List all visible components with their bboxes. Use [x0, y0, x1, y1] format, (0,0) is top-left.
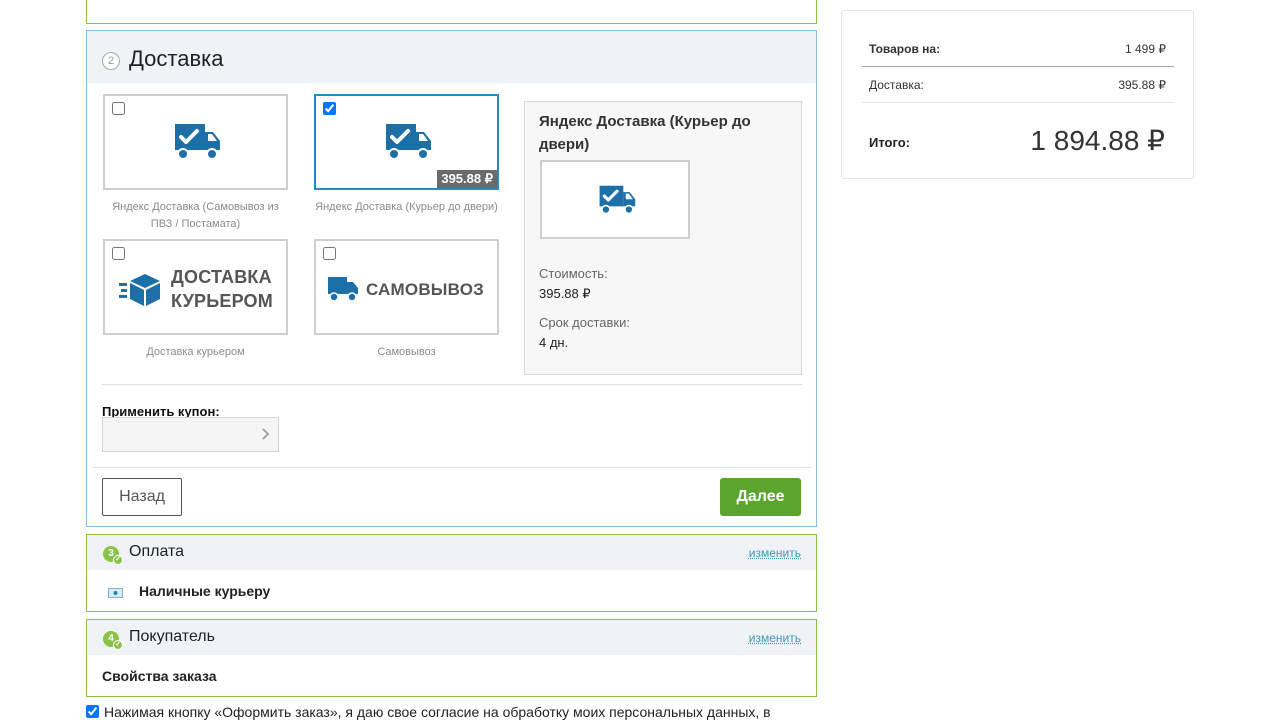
- logo-text: ДОСТАВКА: [171, 267, 272, 287]
- delivery-option-label: Яндекс Доставка (Курьер до двери): [315, 201, 498, 213]
- summary-delivery-row: Доставка: 395.88 ₽: [862, 78, 1174, 92]
- consent-checkbox[interactable]: [86, 705, 99, 718]
- box-delivery-icon: [119, 274, 160, 306]
- check-icon: ✓: [113, 640, 123, 650]
- delivery-info-image: [540, 160, 690, 239]
- delivery-option-checkbox[interactable]: [112, 102, 125, 115]
- summary-goods-value: 1 499 ₽: [1125, 42, 1166, 56]
- order-properties-heading: Свойства заказа: [102, 668, 217, 684]
- buyer-section: 4 ✓ Покупатель изменить Свойства заказа: [86, 619, 817, 697]
- summary-delivery-label: Доставка:: [869, 78, 924, 92]
- summary-divider: [862, 102, 1174, 103]
- delivery-cost-label: Стоимость:: [539, 266, 608, 281]
- delivery-header: 2 Доставка: [87, 31, 816, 83]
- consent-row: Нажимая кнопку «Оформить заказ», я даю с…: [86, 704, 771, 720]
- truck-check-icon: [386, 124, 431, 160]
- delivery-term-value: 4 дн.: [539, 335, 569, 350]
- delivery-option-checkbox[interactable]: [323, 247, 336, 260]
- cash-icon: [108, 588, 123, 598]
- logo-text: КУРЬЕРОМ: [171, 291, 273, 311]
- truck-icon: [328, 277, 358, 302]
- summary-goods-row: Товаров на: 1 499 ₽: [862, 42, 1174, 56]
- logo-text: САМОВЫВОЗ: [366, 280, 484, 299]
- payment-change-link[interactable]: изменить: [749, 546, 801, 560]
- delivery-option-label: Яндекс Доставка (Самовывоз из ПВЗ / Пост…: [112, 201, 279, 230]
- delivery-step-number: 2: [102, 52, 120, 70]
- delivery-option-checkbox[interactable]: [112, 247, 125, 260]
- payment-title: Оплата: [129, 543, 185, 560]
- delivery-info-panel: Яндекс Доставка (Курьер до двери) Стоимо…: [524, 101, 802, 375]
- delivery-info-title: Яндекс Доставка (Курьер до двери): [539, 113, 751, 153]
- payment-method: Наличные курьеру: [139, 583, 271, 599]
- check-icon: ✓: [113, 555, 123, 565]
- summary-total-label: Итого:: [869, 135, 910, 150]
- summary-total-value: 1 894.88 ₽: [1030, 125, 1165, 156]
- next-button[interactable]: Далее: [720, 478, 801, 516]
- delivery-option-yandex-courier[interactable]: 395.88 ₽: [314, 94, 499, 190]
- delivery-term-label: Срок доставки:: [539, 315, 630, 330]
- order-summary: Товаров на: 1 499 ₽ Доставка: 395.88 ₽ И…: [841, 10, 1194, 179]
- delivery-cost-value: 395.88 ₽: [539, 286, 591, 301]
- delivery-title: Доставка: [129, 46, 224, 71]
- price-badge: 395.88 ₽: [437, 170, 497, 188]
- back-button[interactable]: Назад: [102, 478, 182, 516]
- summary-goods-label: Товаров на:: [869, 42, 941, 56]
- delivery-option-label: Доставка курьером: [146, 346, 245, 358]
- coupon-input[interactable]: [102, 417, 279, 452]
- chevron-right-icon[interactable]: [260, 426, 272, 442]
- divider: [102, 384, 802, 385]
- buyer-header: 4 ✓ Покупатель изменить: [87, 620, 816, 655]
- payment-step-number: 3 ✓: [103, 546, 123, 565]
- divider: [92, 467, 812, 468]
- previous-section-remnant: [86, 0, 817, 24]
- delivery-option-courier[interactable]: ДОСТАВКА КУРЬЕРОМ: [103, 239, 288, 335]
- delivery-section: 2 Доставка Яндекс Доставка (Самовывоз из…: [86, 30, 817, 527]
- consent-text: Нажимая кнопку «Оформить заказ», я даю с…: [104, 704, 771, 720]
- delivery-option-checkbox[interactable]: [323, 102, 336, 115]
- buyer-step-number: 4 ✓: [103, 631, 123, 650]
- delivery-option-pickup[interactable]: САМОВЫВОЗ: [314, 239, 499, 335]
- summary-delivery-value: 395.88 ₽: [1118, 78, 1166, 92]
- payment-header: 3 ✓ Оплата изменить: [87, 535, 816, 570]
- payment-section: 3 ✓ Оплата изменить Наличные курьеру: [86, 534, 817, 612]
- truck-check-icon: [175, 124, 220, 160]
- delivery-option-label: Самовывоз: [377, 346, 436, 358]
- buyer-title: Покупатель: [129, 628, 215, 645]
- truck-check-icon: [599, 185, 636, 215]
- delivery-option-yandex-pickup[interactable]: [103, 94, 288, 190]
- summary-divider: [862, 66, 1174, 67]
- buyer-change-link[interactable]: изменить: [749, 631, 801, 645]
